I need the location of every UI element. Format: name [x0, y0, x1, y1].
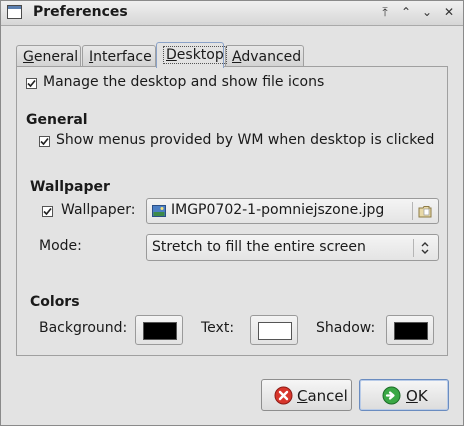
- minimize-button[interactable]: ⌄: [419, 4, 435, 20]
- cancel-mnemonic: C: [297, 387, 308, 405]
- tab-desktop[interactable]: Desktop: [156, 42, 227, 68]
- show-menus-checkbox[interactable]: [39, 136, 50, 147]
- general-heading: General: [26, 112, 88, 128]
- wallpaper-label: Wallpaper:: [61, 202, 136, 218]
- tab-interface-label: nterface: [93, 49, 152, 65]
- tab-advanced[interactable]: Advanced: [225, 45, 304, 67]
- tab-desktop-label: esktop: [176, 47, 224, 63]
- window-title: Preferences: [33, 4, 128, 20]
- ok-label: OK: [406, 387, 428, 405]
- tab-desktop-focus: Desktop: [163, 46, 227, 64]
- select-separator: [413, 239, 414, 257]
- background-color-label: Background:: [39, 320, 128, 336]
- cancel-button[interactable]: Cancel: [261, 379, 352, 411]
- text-color-button[interactable]: [250, 315, 298, 345]
- shadow-color-label: Shadow:: [316, 320, 376, 336]
- mode-select[interactable]: Stretch to fill the entire screen: [146, 234, 439, 261]
- tab-desktop-mnemonic: D: [166, 47, 177, 63]
- window-icon: [7, 5, 22, 19]
- ok-label-rest: K: [417, 387, 428, 405]
- combo-arrows-icon: [421, 242, 429, 254]
- manage-desktop-checkbox[interactable]: [26, 78, 37, 89]
- colors-heading: Colors: [30, 294, 80, 310]
- text-color-label: Text:: [201, 320, 235, 336]
- background-color-button[interactable]: [135, 315, 183, 345]
- background-color-swatch: [143, 322, 177, 340]
- desktop-tab-panel: Manage the desktop and show file icons G…: [16, 66, 448, 356]
- menu-up-button[interactable]: ⌃: [398, 4, 414, 20]
- ok-button[interactable]: OK: [359, 379, 449, 411]
- title-bar[interactable]: Preferences ⤒ ⌃ ⌄ ✕: [1, 1, 463, 26]
- checkmark-icon: [40, 137, 49, 146]
- wallpaper-file-chooser[interactable]: IMGP0702-1-pomniejszone.jpg: [146, 198, 439, 224]
- image-file-icon: [152, 205, 166, 217]
- tab-general-mnemonic: G: [23, 49, 34, 65]
- tab-advanced-mnemonic: A: [232, 49, 242, 65]
- chooser-separator: [412, 202, 413, 220]
- close-button[interactable]: ✕: [441, 4, 457, 20]
- show-menus-label: Show menus provided by WM when desktop i…: [56, 132, 435, 148]
- preferences-window: Preferences ⤒ ⌃ ⌄ ✕ General Interface De…: [0, 0, 464, 426]
- shadow-color-button[interactable]: [386, 315, 434, 345]
- wallpaper-file-name: IMGP0702-1-pomniejszone.jpg: [171, 202, 385, 218]
- wallpaper-heading: Wallpaper: [30, 179, 110, 195]
- cancel-label: Cancel: [297, 387, 348, 405]
- ok-mnemonic: O: [406, 387, 418, 405]
- ok-icon: [382, 386, 401, 405]
- shadow-color-swatch: [394, 322, 428, 340]
- tab-interface[interactable]: Interface: [82, 45, 156, 67]
- checkmark-icon: [43, 207, 52, 216]
- tab-general-label: eneral: [33, 49, 79, 65]
- cancel-label-rest: ancel: [307, 387, 348, 405]
- manage-desktop-label: Manage the desktop and show file icons: [43, 74, 325, 90]
- folder-icon: [418, 206, 432, 218]
- tab-general[interactable]: General: [16, 45, 81, 67]
- tab-advanced-label: dvanced: [241, 49, 302, 65]
- wallpaper-checkbox[interactable]: [42, 206, 53, 217]
- checkmark-icon: [27, 79, 36, 88]
- cancel-icon: [274, 386, 293, 405]
- mode-value: Stretch to fill the entire screen: [152, 239, 366, 255]
- rollup-button[interactable]: ⤒: [377, 4, 393, 20]
- text-color-swatch: [258, 322, 292, 340]
- mode-label: Mode:: [39, 238, 82, 254]
